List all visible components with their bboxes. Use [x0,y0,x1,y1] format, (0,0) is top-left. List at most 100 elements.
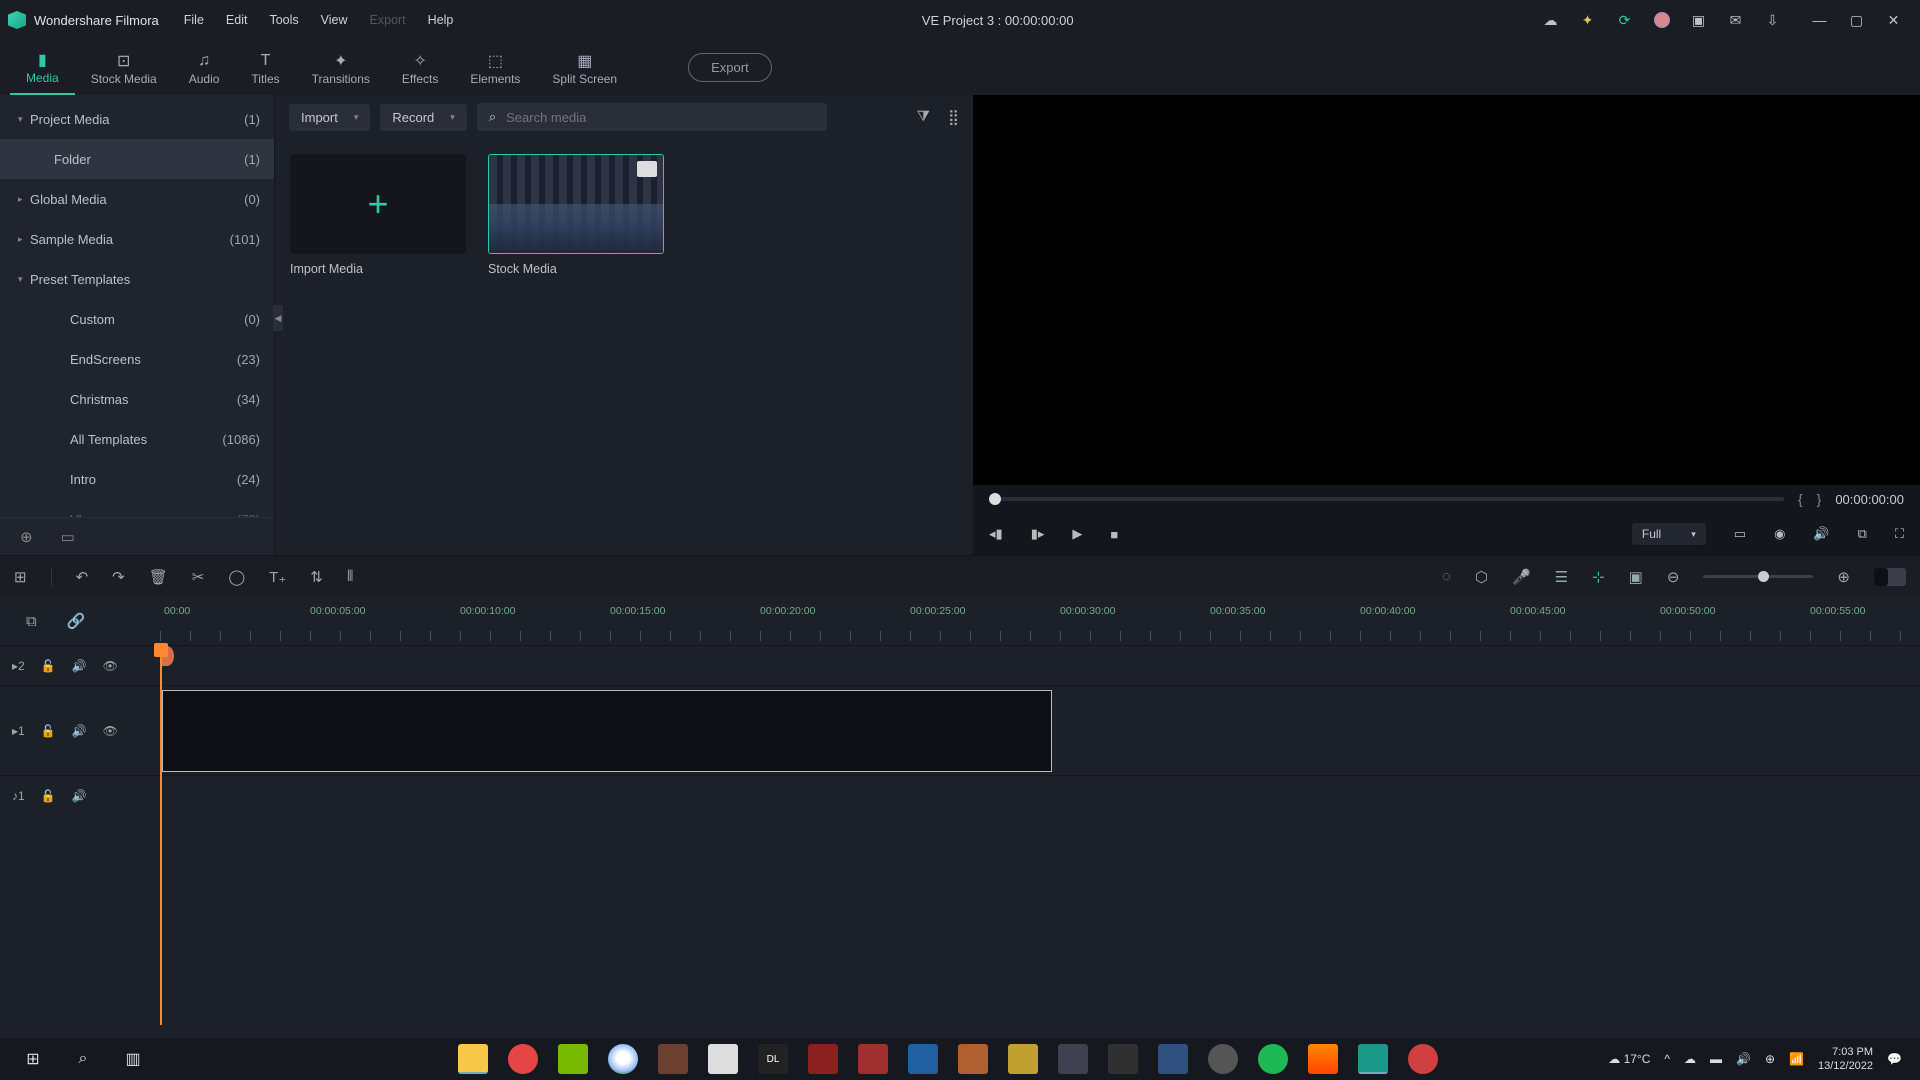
sidebar-item-christmas[interactable]: Christmas(34) [0,379,274,419]
message-icon[interactable]: ✉ [1727,12,1744,29]
app-game9[interactable] [1058,1044,1088,1074]
adjust-icon[interactable]: ⇅ [310,568,323,586]
menu-help[interactable]: Help [428,13,454,27]
timeline-thumb-icon[interactable]: ⧉ [26,613,37,630]
app-game8[interactable] [1008,1044,1038,1074]
maximize-button[interactable]: ▢ [1848,12,1865,29]
tab-elements[interactable]: ⬚Elements [454,40,536,95]
delete-button[interactable]: 🗑 [149,568,168,586]
layout-icon[interactable]: ⊞ [14,568,27,586]
start-button[interactable]: ⊞ [21,1047,45,1071]
search-box[interactable]: ⌕ [477,103,827,131]
add-placeholder[interactable]: + [290,154,466,254]
play-button[interactable]: ▶ [1072,526,1082,542]
mute-icon[interactable]: 🔊 [72,789,87,803]
sidebar-item-custom[interactable]: Custom(0) [0,299,274,339]
app-spotify[interactable] [1258,1044,1288,1074]
zoom-out-button[interactable]: ⊖ [1667,568,1680,586]
export-button[interactable]: Export [688,53,772,82]
timeline-ruler[interactable]: 00:00 00:00:05:00 00:00:10:00 00:00:15:0… [160,597,1920,645]
tab-stock-media[interactable]: ⊡Stock Media [75,40,173,95]
clip-placeholder[interactable] [162,690,1052,772]
display-icon[interactable]: ▭ [1734,526,1746,542]
app-opera[interactable] [508,1044,538,1074]
zoom-slider[interactable] [1703,575,1813,578]
tray-globe-icon[interactable]: ⊕ [1765,1052,1775,1066]
sidebar-item-all-templates[interactable]: All Templates(1086) [0,419,274,459]
undo-button[interactable]: ↶ [76,568,89,586]
search-input[interactable] [506,110,815,125]
fit-icon[interactable]: ▣ [1629,568,1643,586]
menu-view[interactable]: View [321,13,348,27]
mic-icon[interactable]: ⇩ [1764,12,1781,29]
auto-icon[interactable]: ◌ [1442,568,1451,585]
filter-icon[interactable]: ⧩ [917,108,930,126]
app-game12[interactable] [1208,1044,1238,1074]
pip-icon[interactable]: ⧉ [1858,526,1867,542]
snapshot-icon[interactable]: ◉ [1774,526,1785,542]
sidebar-item-global-media[interactable]: Global Media(0) [0,179,274,219]
shield-icon[interactable]: ⬡ [1475,568,1488,586]
track-video-2[interactable]: ▸2 🔓 🔊 👁 [0,645,1920,685]
tray-chevron-icon[interactable]: ^ [1664,1052,1670,1066]
eye-icon[interactable]: 👁 [103,724,118,738]
list-icon[interactable]: ☰ [1555,568,1568,586]
sidebar-item-project-media[interactable]: Project Media(1) [0,99,274,139]
audio-mixer-icon[interactable]: ⦀ [347,568,354,585]
app-chrome[interactable] [608,1044,638,1074]
play-forward-button[interactable]: ▮▸ [1031,526,1045,542]
volume-icon[interactable]: 🔊 [1813,526,1829,542]
sidebar-item-endscreens[interactable]: EndScreens(23) [0,339,274,379]
mark-in-icon[interactable]: { [1798,491,1803,507]
bulb-icon[interactable]: ✦ [1579,12,1596,29]
sidebar-item-folder[interactable]: Folder(1) [0,139,274,179]
text-add-button[interactable]: T₊ [269,568,286,586]
grid-view-icon[interactable]: ⣿ [948,108,959,126]
mute-icon[interactable]: 🔊 [72,724,87,738]
new-folder-icon[interactable]: ⊕ [20,528,33,546]
app-game5[interactable] [858,1044,888,1074]
import-dropdown[interactable]: Import▾ [289,104,370,131]
sidebar-item-vlog[interactable]: Vlog(72) [0,499,274,517]
app-vlc[interactable] [1308,1044,1338,1074]
minimize-button[interactable]: — [1811,12,1828,29]
task-view-button[interactable]: ▥ [121,1047,145,1071]
tray-wifi-icon[interactable]: 📶 [1789,1052,1804,1066]
media-item-import[interactable]: + Import Media [290,154,466,276]
menu-tools[interactable]: Tools [269,13,298,27]
tab-split-screen[interactable]: ▦Split Screen [536,40,633,95]
close-button[interactable]: ✕ [1885,12,1902,29]
timeline-switch[interactable] [1874,568,1906,586]
timeline-link-icon[interactable]: 🔗 [67,612,86,630]
crop-button[interactable]: ◯ [228,568,245,586]
playhead[interactable] [160,645,162,1025]
menu-file[interactable]: File [184,13,204,27]
folder-icon[interactable]: ▭ [61,528,75,546]
record-dropdown[interactable]: Record▾ [380,104,466,131]
headset-icon[interactable]: ⟳ [1616,12,1633,29]
app-game1[interactable] [658,1044,688,1074]
mark-out-icon[interactable]: } [1817,491,1822,507]
notifications-button[interactable]: 💬 [1887,1052,1902,1066]
tab-effects[interactable]: ✧Effects [386,40,454,95]
track-video-1[interactable]: ▸1 🔓 🔊 👁 [0,685,1920,775]
cloud-icon[interactable]: ☁ [1542,12,1559,29]
sidebar-item-preset-templates[interactable]: Preset Templates [0,259,274,299]
app-game7[interactable] [958,1044,988,1074]
app-game2[interactable] [708,1044,738,1074]
app-game10[interactable] [1108,1044,1138,1074]
marker-icon[interactable]: ⊹ [1592,568,1605,586]
mute-icon[interactable]: 🔊 [72,659,87,673]
app-game11[interactable] [1158,1044,1188,1074]
preview-viewport[interactable] [973,95,1920,485]
lock-icon[interactable]: 🔓 [41,659,56,673]
tray-cloud-icon[interactable]: ☁ [1684,1052,1696,1066]
voiceover-icon[interactable]: 🎤 [1512,568,1531,586]
scrub-track[interactable] [989,497,1784,501]
zoom-in-button[interactable]: ⊕ [1837,568,1850,586]
tray-volume-icon[interactable]: 🔊 [1736,1052,1751,1066]
sidebar-item-intro[interactable]: Intro(24) [0,459,274,499]
lock-icon[interactable]: 🔓 [41,789,56,803]
menu-edit[interactable]: Edit [226,13,248,27]
tray-battery-icon[interactable]: ▬ [1710,1052,1722,1066]
